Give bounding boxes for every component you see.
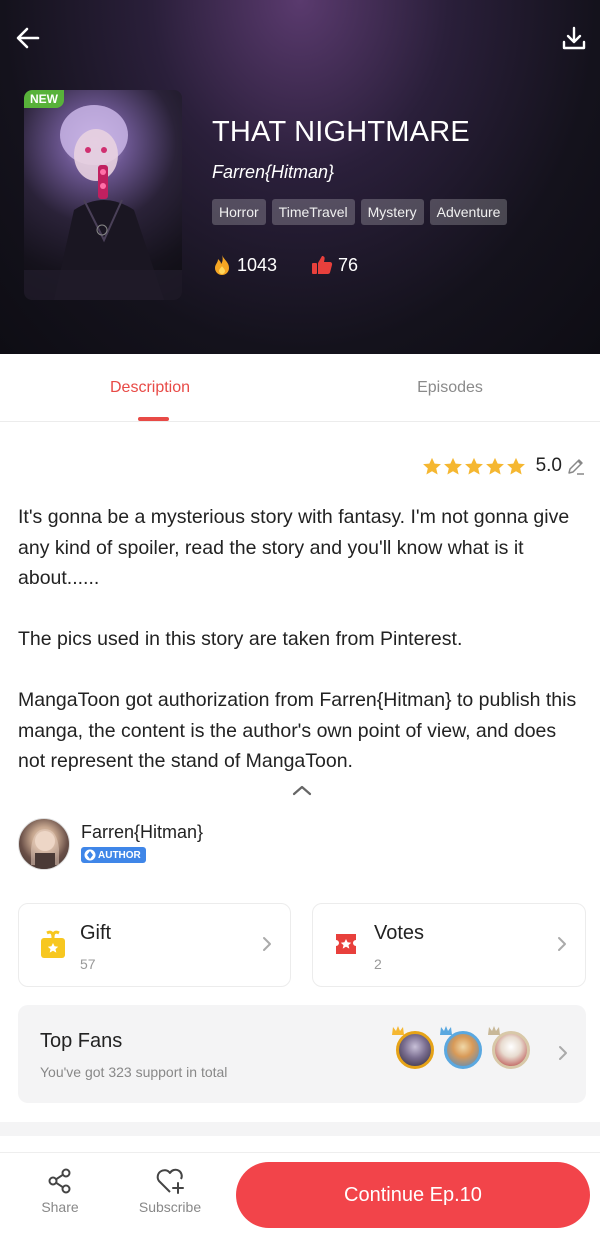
comic-author[interactable]: Farren{Hitman} [212, 162, 334, 183]
tab-description[interactable]: Description [0, 354, 300, 422]
star-icon [506, 457, 525, 475]
avatar-illustration [31, 829, 59, 869]
author-avatar[interactable] [18, 818, 70, 870]
views-count: 1043 [237, 254, 278, 275]
top-fans-subtitle: You've got 323 support in total [40, 1064, 228, 1080]
gift-icon [41, 930, 65, 958]
author-info: Farren{Hitman} AUTHOR [81, 822, 203, 866]
votes-title: Votes [374, 922, 425, 944]
top-fans-title: Top Fans [40, 1030, 123, 1052]
active-tab-indicator [138, 417, 169, 421]
views-stat: 1043 [212, 254, 277, 276]
bottom-action-bar: Share Subscribe Continue Ep.10 [0, 1152, 600, 1235]
share-icon [48, 1168, 71, 1194]
top-fans-card[interactable]: Top Fans You've got 323 support in total [18, 1005, 586, 1103]
download-button[interactable] [556, 20, 592, 56]
heart-plus-icon [156, 1168, 184, 1194]
gift-card[interactable]: Gift 57 [18, 903, 291, 987]
genre-tags: Horror TimeTravel Mystery Adventure [212, 199, 508, 225]
tag-horror[interactable]: Horror [212, 199, 266, 225]
chevron-right-icon [263, 937, 271, 951]
votes-card[interactable]: Votes 2 [312, 903, 586, 987]
crown-icon [392, 1026, 404, 1035]
tab-episodes[interactable]: Episodes [300, 354, 600, 422]
subscribe-label: Subscribe [138, 1199, 202, 1215]
crown-icon [440, 1026, 452, 1035]
description-text: It's gonna be a mysterious story with fa… [18, 502, 584, 777]
section-divider [0, 1122, 600, 1136]
vote-ticket-icon [336, 934, 356, 954]
star-icon [485, 457, 504, 475]
rating-value: 5.0 [535, 455, 562, 476]
comic-title: THAT NIGHTMARE [212, 116, 470, 148]
fire-icon [215, 255, 229, 275]
description-paragraph: MangaToon got authorization from Farren{… [18, 689, 577, 772]
back-button[interactable] [10, 20, 46, 56]
comic-header: NEW THAT NIGHTMARE Farren{Hitman} Horror… [0, 0, 600, 354]
gift-title: Gift [80, 922, 112, 944]
subscribe-button[interactable]: Subscribe [134, 1167, 206, 1215]
continue-reading-button[interactable]: Continue Ep.10 [236, 1162, 590, 1228]
rating-stars [422, 457, 526, 476]
chevron-up-icon[interactable] [291, 782, 313, 798]
gift-count: 57 [80, 956, 96, 972]
share-button[interactable]: Share [38, 1167, 82, 1215]
fan-avatar [392, 1026, 434, 1069]
cover-illustration [24, 105, 182, 300]
thumbs-up-icon [312, 256, 333, 274]
author-row[interactable]: Farren{Hitman} AUTHOR [18, 818, 203, 870]
share-label: Share [41, 1199, 79, 1215]
tab-bar: Description Episodes [0, 354, 600, 422]
fan-avatar [488, 1026, 530, 1069]
likes-stat: 76 [311, 255, 358, 276]
author-badge-label: AUTHOR [98, 849, 141, 861]
author-name[interactable]: Farren{Hitman} [81, 822, 203, 843]
download-icon [562, 26, 586, 50]
tag-mystery[interactable]: Mystery [360, 199, 424, 225]
star-icon [464, 457, 483, 475]
tag-timetravel[interactable]: TimeTravel [271, 199, 355, 225]
author-badge: AUTHOR [81, 847, 146, 863]
chevron-right-icon [559, 1046, 567, 1060]
edit-pencil-icon[interactable] [566, 456, 586, 476]
cover-image[interactable]: NEW [24, 90, 182, 300]
rating: 5.0 [422, 455, 586, 477]
likes-count: 76 [338, 254, 359, 275]
description-paragraph: The pics used in this story are taken fr… [18, 628, 463, 650]
fan-avatar [440, 1026, 482, 1069]
fan-avatars [392, 1026, 530, 1069]
comic-stats: 1043 76 [212, 254, 392, 276]
star-icon [443, 457, 462, 475]
chevron-right-icon [558, 937, 566, 951]
star-icon [422, 457, 441, 475]
tag-adventure[interactable]: Adventure [429, 199, 508, 225]
diamond-icon [84, 849, 96, 861]
votes-count: 2 [374, 956, 382, 972]
crown-icon [488, 1026, 500, 1035]
new-badge: NEW [24, 90, 64, 108]
description-paragraph: It's gonna be a mysterious story with fa… [18, 506, 570, 589]
arrow-left-icon [16, 27, 40, 49]
